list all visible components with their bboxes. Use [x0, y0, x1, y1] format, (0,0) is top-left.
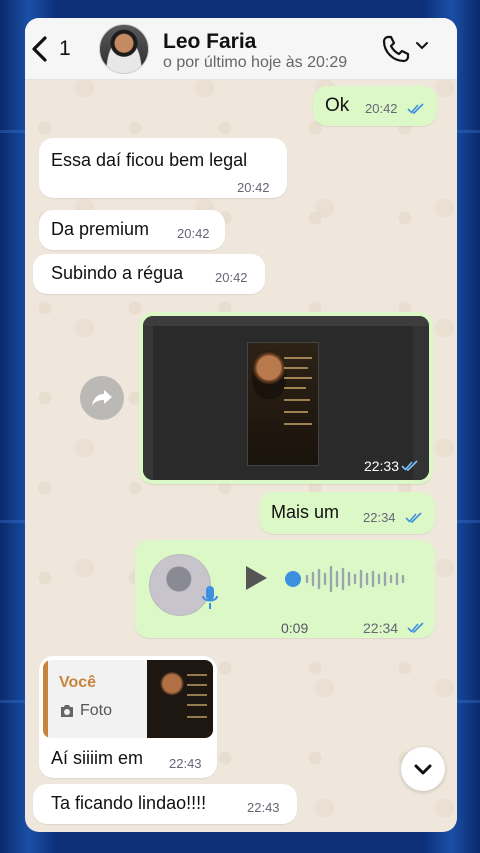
forward-icon [92, 390, 112, 406]
message-text: Aí siiiim em [51, 748, 144, 768]
phone-icon[interactable] [381, 34, 411, 64]
message-time: 22:43 [247, 800, 280, 815]
message-bubble[interactable]: Essa daí ficou bem legal 20:42 [39, 138, 287, 198]
play-icon[interactable] [243, 564, 269, 592]
message-bubble[interactable]: Ta ficando lindao!!!! 22:43 [33, 784, 297, 824]
message-bubble[interactable]: Mais um 22:34 [259, 492, 435, 534]
message-bubble[interactable]: Ok 20:42 [313, 86, 437, 126]
microphone-icon [202, 586, 218, 609]
quoted-thumbnail [147, 660, 213, 738]
chevron-down-icon [414, 764, 432, 775]
image-message[interactable]: 22:33 [139, 312, 433, 484]
message-bubble[interactable]: Da premium 20:42 [39, 210, 225, 250]
message-text: Subindo a régua [51, 263, 184, 283]
message-time: 22:43 [169, 756, 202, 771]
camera-icon [61, 705, 73, 717]
message-time: 22:34 [363, 510, 396, 525]
chat-screen: 1 Leo Faria o por último hoje às 20:29 O… [25, 18, 457, 832]
chat-header: 1 Leo Faria o por último hoje às 20:29 [25, 18, 457, 80]
message-time: 20:42 [177, 226, 210, 241]
message-text: Da premium [51, 219, 150, 239]
message-text: Mais um [271, 502, 340, 522]
double-check-icon [401, 460, 418, 471]
message-text: Ok [325, 95, 350, 116]
message-bubble[interactable]: Subindo a régua 20:42 [33, 254, 265, 294]
voice-message[interactable]: 0:09 22:34 [135, 540, 435, 638]
audio-waveform[interactable] [285, 562, 415, 596]
photo-preview[interactable]: 22:33 [143, 316, 429, 480]
message-time: 22:34 [363, 620, 399, 636]
scroll-down-button[interactable] [401, 747, 445, 791]
reply-message[interactable]: Você Foto Aí siiiim em 22:43 [39, 656, 217, 778]
design-artboard [247, 342, 319, 466]
message-time: 22:33 [363, 458, 399, 474]
message-time: 20:42 [365, 101, 398, 116]
contact-name[interactable]: Leo Faria [163, 30, 256, 54]
unread-count[interactable]: 1 [59, 37, 71, 61]
quoted-type: Foto [80, 702, 113, 719]
chevron-left-icon[interactable] [29, 36, 51, 62]
forward-button[interactable] [80, 376, 124, 420]
quoted-message[interactable]: Você Foto [43, 660, 213, 738]
double-check-icon [407, 103, 424, 114]
chevron-down-icon[interactable] [415, 40, 429, 52]
message-text: Ta ficando lindao!!!! [51, 793, 207, 813]
double-check-icon [407, 622, 424, 633]
contact-avatar[interactable] [99, 24, 149, 74]
message-text: Essa daí ficou bem legal [51, 150, 248, 170]
quoted-author: Você [59, 674, 97, 691]
voice-duration: 0:09 [281, 620, 309, 636]
last-seen-status: o por último hoje às 20:29 [163, 54, 348, 71]
message-time: 20:42 [215, 270, 248, 285]
double-check-icon [405, 512, 422, 523]
message-time: 20:42 [237, 180, 270, 195]
